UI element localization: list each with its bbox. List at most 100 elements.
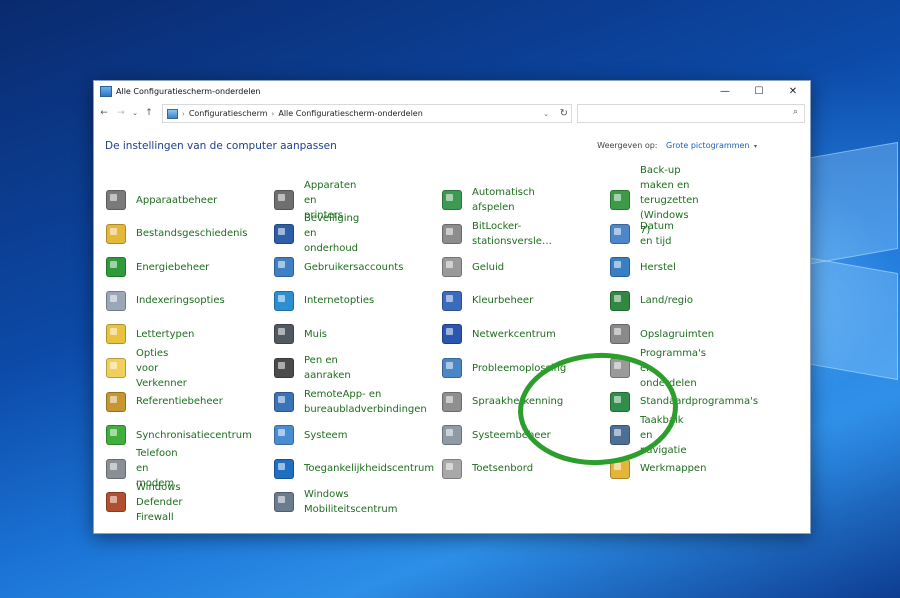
control-panel-item[interactable]: Opties voor Verkenner (106, 348, 187, 389)
search-icon[interactable]: ⌕ (793, 107, 798, 117)
view-by-selector[interactable]: Weergeven op: Grote pictogrammen ▾ (597, 141, 757, 150)
control-panel-item[interactable]: Bestandsgeschiedenis (106, 219, 247, 249)
firewall-icon (106, 492, 126, 513)
control-panel-item[interactable]: Windows Defender Firewall (106, 482, 182, 523)
admin-tools-icon (442, 425, 462, 446)
storage-spaces-icon (610, 324, 630, 345)
control-panel-item[interactable]: Gebruikersaccounts (274, 252, 403, 282)
color-management-icon (442, 290, 462, 311)
sound-icon (442, 257, 462, 278)
maximize-button[interactable]: ☐ (742, 81, 776, 101)
windows-logo-wallpaper (806, 141, 900, 381)
speech-recognition-icon (442, 391, 462, 412)
control-panel-item-label: Datum en tijd (640, 220, 674, 247)
control-panel-item-label: Standaardprogramma's (640, 396, 759, 408)
control-panel-item[interactable]: Land/regio (610, 286, 693, 316)
control-panel-item-label: Indexeringsopties (136, 295, 225, 307)
control-panel-item[interactable]: Back-up maken en terugzetten (Windows 7) (610, 165, 699, 236)
view-by-value[interactable]: Grote pictogrammen (666, 141, 749, 150)
control-panel-item[interactable]: Netwerkcentrum (442, 319, 556, 349)
address-field[interactable]: › Configuratiescherm › Alle Configuratie… (162, 104, 572, 123)
work-folders-icon (610, 458, 630, 479)
control-panel-item[interactable]: Systeembeheer (442, 420, 551, 450)
device-manager-icon (106, 190, 126, 210)
control-panel-item-label: Spraakherkenning (472, 396, 564, 408)
up-arrow-icon[interactable]: ↑ (142, 108, 156, 118)
control-panel-icon (100, 85, 112, 97)
control-panel-item-label: Apparaatbeheer (136, 194, 218, 206)
address-dropdown-icon[interactable]: ⌄ (543, 110, 549, 118)
control-panel-item-label: Netwerkcentrum (472, 328, 556, 340)
control-panel-item[interactable]: Beveiliging en onderhoud (274, 213, 359, 254)
power-options-icon (106, 257, 126, 278)
control-panel-window: Alle Configuratiescherm-onderdelen — ☐ ✕… (93, 80, 811, 534)
control-panel-item[interactable]: Programma's en onderdelen (610, 348, 706, 389)
control-panel-item-label: Gebruikersaccounts (304, 261, 404, 273)
recent-locations-icon[interactable]: ⌄ (131, 109, 139, 117)
window-title: Alle Configuratiescherm-onderdelen (116, 86, 261, 96)
control-panel-item-label: Muis (304, 328, 327, 340)
control-panel-item[interactable]: Spraakherkenning (442, 387, 563, 417)
control-panel-item-label: Werkmappen (640, 463, 707, 475)
control-panel-item[interactable]: Geluid (442, 252, 504, 282)
control-panel-item[interactable]: Datum en tijd (610, 219, 674, 249)
control-panel-item[interactable]: Probleemoplossing (442, 353, 566, 383)
internet-options-icon (274, 290, 294, 311)
mobility-center-icon (274, 492, 294, 513)
control-panel-item-label: Geluid (472, 261, 505, 273)
control-panel-item-label: Energiebeheer (136, 261, 210, 273)
control-panel-item[interactable]: Systeem (274, 420, 347, 450)
control-panel-item-label: Bestandsgeschiedenis (136, 228, 248, 240)
control-panel-item[interactable]: Indexeringsopties (106, 286, 225, 316)
forward-arrow-icon[interactable]: → (114, 108, 128, 118)
security-maintenance-icon (274, 223, 294, 244)
back-arrow-icon[interactable]: ← (97, 108, 111, 118)
breadcrumb-control-panel[interactable]: Configuratiescherm (189, 109, 268, 118)
control-panel-item[interactable]: Automatisch afspelen (442, 185, 535, 215)
breadcrumb-separator-icon[interactable]: › (272, 110, 275, 118)
chevron-down-icon[interactable]: ▾ (754, 143, 757, 150)
control-panel-item-label: Land/regio (640, 295, 694, 307)
search-input[interactable]: ⌕ (577, 104, 805, 123)
breadcrumb-all-items[interactable]: Alle Configuratiescherm-onderdelen (278, 109, 422, 118)
control-panel-item[interactable]: Windows Mobiliteitscentrum (274, 487, 398, 517)
page-title: De instellingen van de computer aanpasse… (105, 140, 337, 152)
title-bar[interactable]: Alle Configuratiescherm-onderdelen — ☐ ✕ (94, 81, 810, 101)
control-panel-item-label: RemoteApp- en bureaubladverbindingen (304, 388, 427, 415)
bitlocker-icon (442, 223, 462, 244)
control-panel-item[interactable]: RemoteApp- en bureaubladverbindingen (274, 387, 427, 417)
refresh-icon[interactable]: ↻ (560, 108, 568, 119)
network-center-icon (442, 324, 462, 345)
minimize-button[interactable]: — (708, 81, 742, 101)
control-panel-item[interactable]: Toetsenbord (442, 454, 533, 484)
keyboard-icon (442, 458, 462, 479)
control-panel-item[interactable]: Werkmappen (610, 454, 706, 484)
control-panel-item[interactable]: BitLocker-stationsversle… (442, 219, 552, 249)
control-panel-item[interactable]: Internetopties (274, 286, 374, 316)
devices-printers-icon (274, 190, 294, 210)
control-panel-item-label: Programma's en onderdelen (640, 347, 707, 389)
taskbar-navigation-icon (610, 425, 630, 446)
ease-of-access-icon (274, 458, 294, 479)
system-icon (274, 425, 294, 446)
control-panel-item[interactable]: Apparaatbeheer (106, 185, 217, 215)
remoteapp-icon (274, 391, 294, 412)
control-panel-item-label: Toegankelijkheidscentrum (304, 463, 435, 475)
region-icon (610, 290, 630, 311)
control-panel-item[interactable]: Pen en aanraken (274, 353, 351, 383)
control-panel-item-label: BitLocker-stationsversle… (472, 220, 552, 247)
control-panel-item-label: Taakbalk en navigatie (640, 414, 687, 456)
control-panel-item[interactable]: Energiebeheer (106, 252, 209, 282)
control-panel-item[interactable]: Referentiebeheer (106, 387, 223, 417)
control-panel-item[interactable]: Synchronisatiecentrum (106, 420, 252, 450)
control-panel-item[interactable]: Kleurbeheer (442, 286, 533, 316)
phone-modem-icon (106, 458, 126, 479)
control-panel-item[interactable]: Toegankelijkheidscentrum (274, 454, 434, 484)
close-button[interactable]: ✕ (776, 81, 810, 101)
backup-restore-icon (610, 190, 630, 210)
control-panel-item-label: Systeembeheer (472, 429, 551, 441)
control-panel-item[interactable]: Muis (274, 319, 327, 349)
control-panel-item[interactable]: Herstel (610, 252, 676, 282)
recovery-icon (610, 257, 630, 278)
control-panel-item[interactable]: Taakbalk en navigatie (610, 415, 687, 456)
